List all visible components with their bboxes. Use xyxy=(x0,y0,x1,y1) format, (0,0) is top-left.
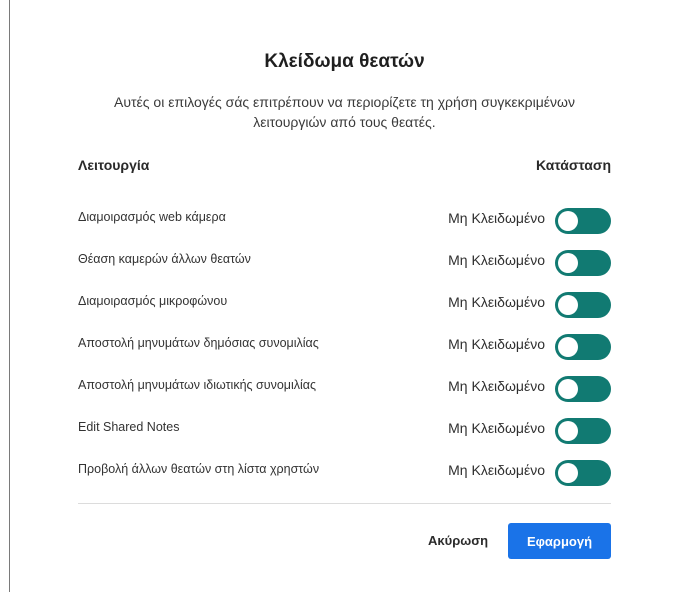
lock-toggle-private-chat[interactable] xyxy=(555,376,611,402)
dialog-description: Αυτές οι επιλογές σάς επιτρέπουν να περι… xyxy=(78,92,611,132)
toggle-knob xyxy=(558,337,578,357)
lock-toggle-microphone[interactable] xyxy=(555,292,611,318)
lock-setting-row: Edit Shared Notes Μη Κλειδωμένο xyxy=(78,412,611,454)
dialog-title: Κλείδωμα θεατών xyxy=(264,51,425,72)
apply-button[interactable]: Εφαρμογή xyxy=(508,523,611,559)
feature-label: Αποστολή μηνυμάτων δημόσιας συνομιλίας xyxy=(78,336,319,350)
status-column-header: Κατάσταση xyxy=(535,157,611,173)
description-line-1: Αυτές οι επιλογές σάς επιτρέπουν να περι… xyxy=(114,94,575,110)
lock-toggle-see-other-cameras[interactable] xyxy=(555,250,611,276)
window-edge xyxy=(9,0,10,592)
lock-setting-row: Αποστολή μηνυμάτων ιδιωτικής συνομιλίας … xyxy=(78,370,611,412)
cancel-button[interactable]: Ακύρωση xyxy=(428,533,488,548)
lock-setting-row: Αποστολή μηνυμάτων δημόσιας συνομιλίας Μ… xyxy=(78,328,611,370)
description-line-2: λειτουργιών από τους θεατές. xyxy=(253,114,436,130)
feature-label: Προβολή άλλων θεατών στη λίστα χρηστών xyxy=(78,462,320,476)
lock-status-label: Μη Κλειδωμένο xyxy=(448,336,545,352)
feature-column-header: Λειτουργία xyxy=(78,157,150,173)
lock-status-label: Μη Κλειδωμένο xyxy=(448,378,545,394)
lock-status-label: Μη Κλειδωμένο xyxy=(448,462,545,478)
toggle-knob xyxy=(558,253,578,273)
feature-label: Θέαση καμερών άλλων θεατών xyxy=(78,252,251,266)
toggle-knob xyxy=(558,211,578,231)
lock-status-label: Μη Κλειδωμένο xyxy=(448,294,545,310)
lock-toggle-webcam[interactable] xyxy=(555,208,611,234)
feature-label: Αποστολή μηνυμάτων ιδιωτικής συνομιλίας xyxy=(78,378,317,392)
feature-label: Διαμοιρασμός web κάμερα xyxy=(78,210,226,224)
lock-setting-row: Θέαση καμερών άλλων θεατών Μη Κλειδωμένο xyxy=(78,244,611,286)
toggle-knob xyxy=(558,295,578,315)
lock-settings-list: Διαμοιρασμός web κάμερα Μη Κλειδωμένο Θέ… xyxy=(78,202,611,496)
feature-label: Edit Shared Notes xyxy=(78,420,180,434)
lock-setting-row: Διαμοιρασμός μικροφώνου Μη Κλειδωμένο xyxy=(78,286,611,328)
feature-label: Διαμοιρασμός μικροφώνου xyxy=(78,294,228,308)
table-header: Λειτουργία Κατάσταση xyxy=(78,157,611,177)
lock-toggle-shared-notes[interactable] xyxy=(555,418,611,444)
lock-setting-row: Προβολή άλλων θεατών στη λίστα χρηστών Μ… xyxy=(78,454,611,496)
toggle-knob xyxy=(558,421,578,441)
toggle-knob xyxy=(558,379,578,399)
lock-status-label: Μη Κλειδωμένο xyxy=(448,252,545,268)
lock-toggle-user-list[interactable] xyxy=(555,460,611,486)
lock-setting-row: Διαμοιρασμός web κάμερα Μη Κλειδωμένο xyxy=(78,202,611,244)
lock-status-label: Μη Κλειδωμένο xyxy=(448,420,545,436)
toggle-knob xyxy=(558,463,578,483)
lock-toggle-public-chat[interactable] xyxy=(555,334,611,360)
lock-viewers-dialog: Κλείδωμα θεατών Αυτές οι επιλογές σάς επ… xyxy=(78,0,611,592)
lock-status-label: Μη Κλειδωμένο xyxy=(448,210,545,226)
footer-divider xyxy=(78,503,611,504)
